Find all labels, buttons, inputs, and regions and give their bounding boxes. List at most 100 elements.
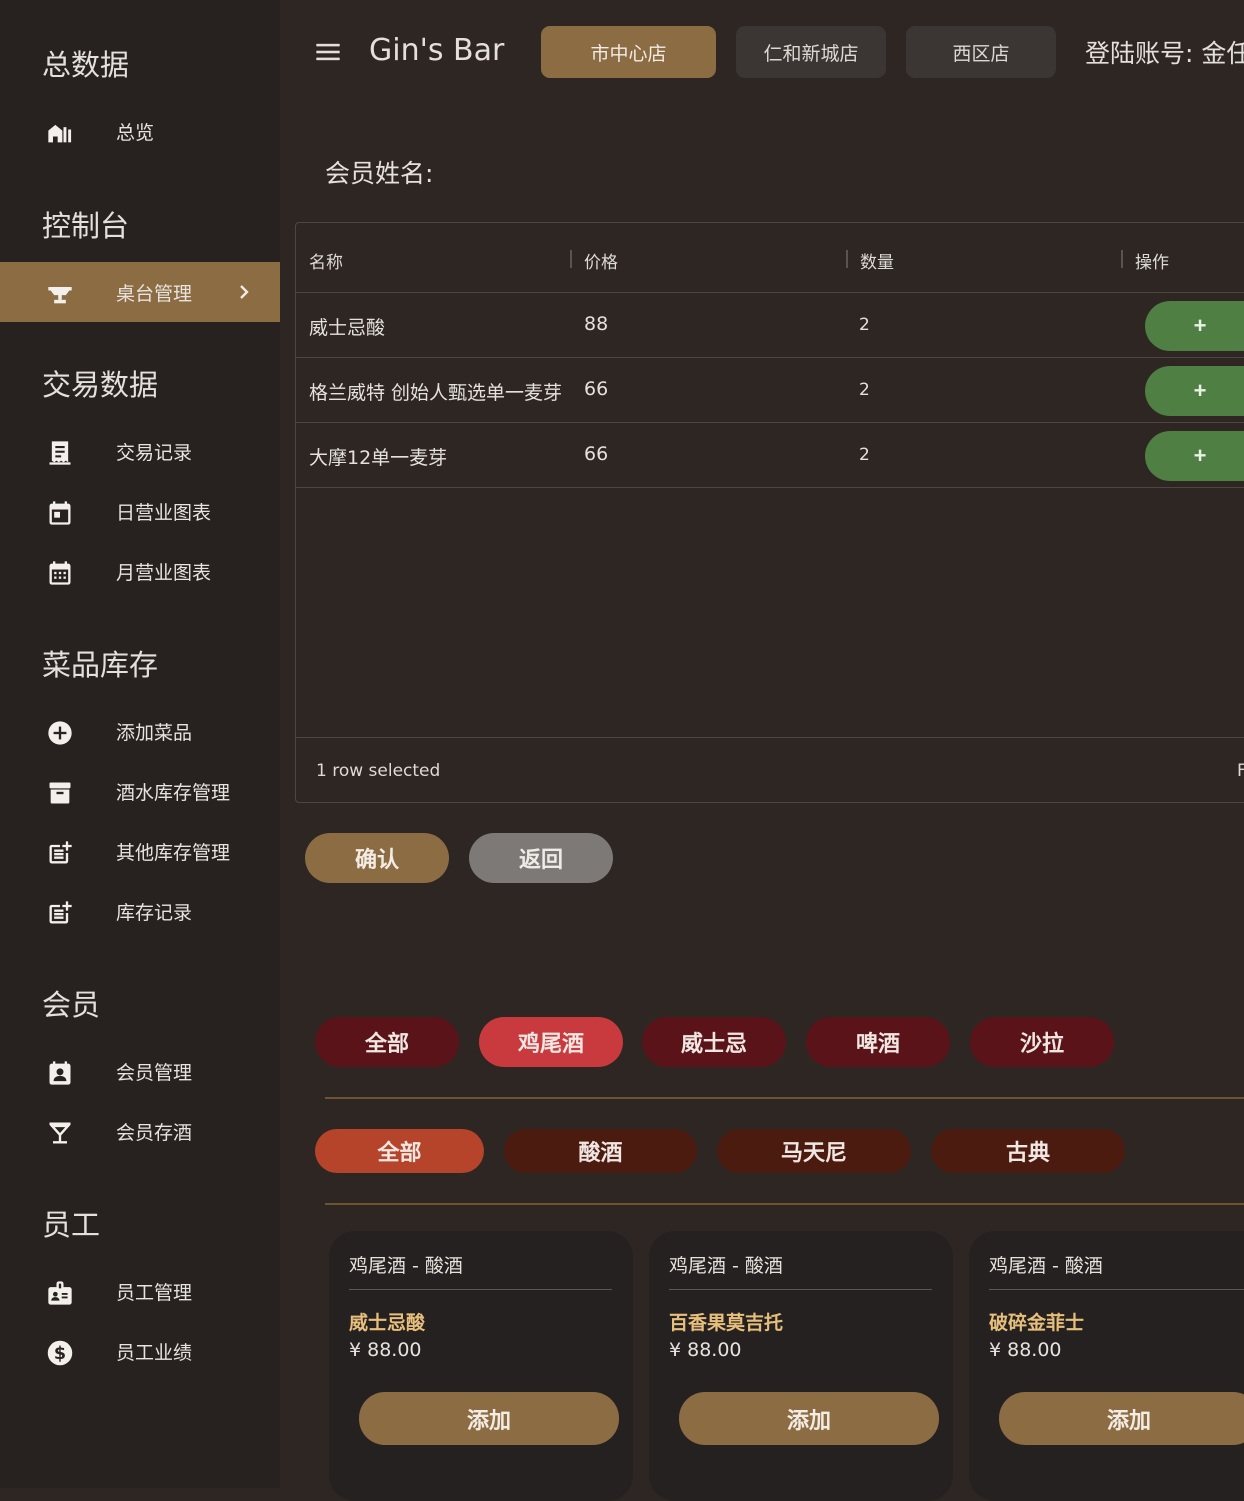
sidebar-item-other-inventory[interactable]: 其他库存管理 <box>0 821 280 881</box>
column-separator[interactable] <box>1121 250 1123 268</box>
add-quantity-button[interactable]: + <box>1145 366 1244 416</box>
section-title-inventory: 菜品库存 <box>42 648 159 682</box>
store-tab-renhe[interactable]: 仁和新城店 <box>736 26 886 78</box>
subcategory-all[interactable]: 全部 <box>315 1129 484 1173</box>
divider <box>325 1097 1244 1099</box>
cocktail-glass-icon <box>46 1119 74 1147</box>
table-icon <box>46 280 74 308</box>
store-tab-downtown[interactable]: 市中心店 <box>541 26 716 78</box>
sidebar-item-table-management[interactable]: 桌台管理 <box>0 262 280 322</box>
column-header-action[interactable]: 操作 <box>1135 248 1169 273</box>
product-category: 鸡尾酒 - 酸酒 <box>669 1255 783 1277</box>
product-name: 破碎金菲士 <box>989 1312 1085 1334</box>
section-title-transactions: 交易数据 <box>42 368 159 402</box>
member-badge-icon <box>46 1059 74 1087</box>
sidebar-item-monthly-chart[interactable]: 月营业图表 <box>0 541 280 601</box>
product-price: ¥ 88.00 <box>669 1339 742 1361</box>
sidebar-item-label: 库存记录 <box>116 901 193 924</box>
pagination-text: F <box>1237 761 1244 781</box>
calendar-day-icon <box>46 499 74 527</box>
subcategory-classic[interactable]: 古典 <box>931 1129 1125 1173</box>
back-button[interactable]: 返回 <box>469 833 613 883</box>
member-name-label: 会员姓名: <box>325 159 434 188</box>
login-account: 登陆账号: 金任 <box>1085 39 1244 68</box>
store-tab-west[interactable]: 西区店 <box>906 26 1056 78</box>
section-title-console: 控制台 <box>42 209 130 243</box>
sidebar-item-transaction-records[interactable]: 交易记录 <box>0 421 280 481</box>
category-beer[interactable]: 啤酒 <box>806 1017 950 1067</box>
table-row[interactable]: 大摩12单一麦芽 66 2 + <box>296 423 1244 488</box>
section-title-overview: 总数据 <box>42 48 130 82</box>
column-separator[interactable] <box>846 250 848 268</box>
product-category: 鸡尾酒 - 酸酒 <box>349 1255 463 1277</box>
category-salad[interactable]: 沙拉 <box>970 1017 1114 1067</box>
product-category: 鸡尾酒 - 酸酒 <box>989 1255 1103 1277</box>
sidebar-item-label: 日营业图表 <box>116 501 212 524</box>
dashboard-icon <box>46 119 74 147</box>
sidebar-item-label: 员工管理 <box>116 1281 193 1304</box>
cell-name: 大摩12单一麦芽 <box>309 447 448 469</box>
cell-price: 66 <box>584 378 609 400</box>
table-row[interactable]: 威士忌酸 88 2 + <box>296 293 1244 358</box>
sidebar-item-label: 总览 <box>116 121 155 144</box>
product-card: 鸡尾酒 - 酸酒 威士忌酸 ¥ 88.00 添加 <box>329 1231 633 1501</box>
subcategory-martini[interactable]: 马天尼 <box>717 1129 911 1173</box>
cell-quantity: 2 <box>859 380 870 400</box>
card-divider <box>669 1289 932 1290</box>
sidebar-item-staff-management[interactable]: 员工管理 <box>0 1261 280 1321</box>
sidebar-item-label: 添加菜品 <box>116 721 193 744</box>
category-all[interactable]: 全部 <box>315 1017 459 1067</box>
svg-text:$: $ <box>54 1344 66 1364</box>
column-header-price[interactable]: 价格 <box>584 248 618 273</box>
column-header-name[interactable]: 名称 <box>309 248 343 273</box>
sidebar-item-label: 员工业绩 <box>116 1341 193 1364</box>
sidebar-item-label: 月营业图表 <box>116 561 212 584</box>
dollar-icon: $ <box>46 1339 74 1367</box>
column-header-quantity[interactable]: 数量 <box>860 248 894 273</box>
sidebar-item-drinks-inventory[interactable]: 酒水库存管理 <box>0 761 280 821</box>
post-add-icon <box>46 839 74 867</box>
product-card: 鸡尾酒 - 酸酒 百香果莫吉托 ¥ 88.00 添加 <box>649 1231 953 1501</box>
section-title-staff: 员工 <box>42 1208 101 1242</box>
staff-badge-icon <box>46 1279 74 1307</box>
confirm-button[interactable]: 确认 <box>305 833 449 883</box>
sidebar-item-label: 交易记录 <box>116 441 193 464</box>
sidebar-item-inventory-records[interactable]: 库存记录 <box>0 881 280 941</box>
sidebar-item-member-management[interactable]: 会员管理 <box>0 1041 280 1101</box>
add-circle-icon <box>46 719 74 747</box>
card-divider <box>349 1289 612 1290</box>
sidebar-item-label: 会员管理 <box>116 1061 193 1084</box>
add-product-button[interactable]: 添加 <box>359 1392 619 1445</box>
archive-icon <box>46 779 74 807</box>
divider <box>325 1203 1244 1205</box>
menu-icon[interactable] <box>314 38 342 66</box>
sidebar-item-overview[interactable]: 总览 <box>0 101 280 161</box>
category-whisky[interactable]: 威士忌 <box>642 1017 786 1067</box>
sidebar-item-staff-performance[interactable]: $ 员工业绩 <box>0 1321 280 1381</box>
card-divider <box>989 1289 1244 1290</box>
app-title: Gin's Bar <box>369 33 505 68</box>
receipt-icon <box>46 439 74 467</box>
sidebar-item-member-storage[interactable]: 会员存酒 <box>0 1101 280 1161</box>
sidebar-item-label: 其他库存管理 <box>116 841 231 864</box>
post-add-icon <box>46 899 74 927</box>
calendar-month-icon <box>46 559 74 587</box>
row-selected-count: 1 row selected <box>316 761 441 781</box>
chevron-right-icon <box>232 280 256 304</box>
product-price: ¥ 88.00 <box>349 1339 422 1361</box>
sidebar-item-daily-chart[interactable]: 日营业图表 <box>0 481 280 541</box>
sidebar-item-add-dish[interactable]: 添加菜品 <box>0 701 280 761</box>
add-product-button[interactable]: 添加 <box>679 1392 939 1445</box>
subcategory-sour[interactable]: 酸酒 <box>504 1129 697 1173</box>
product-price: ¥ 88.00 <box>989 1339 1062 1361</box>
add-quantity-button[interactable]: + <box>1145 431 1244 481</box>
category-cocktail[interactable]: 鸡尾酒 <box>479 1017 623 1067</box>
column-separator[interactable] <box>570 250 572 268</box>
table-footer: 1 row selected F <box>296 737 1244 803</box>
product-card: 鸡尾酒 - 酸酒 破碎金菲士 ¥ 88.00 添加 <box>969 1231 1244 1501</box>
sidebar-item-label: 会员存酒 <box>116 1121 193 1144</box>
cell-price: 66 <box>584 443 609 465</box>
add-product-button[interactable]: 添加 <box>999 1392 1244 1445</box>
add-quantity-button[interactable]: + <box>1145 301 1244 351</box>
table-row[interactable]: 格兰威特 创始人甄选单一麦芽 66 2 + <box>296 358 1244 423</box>
